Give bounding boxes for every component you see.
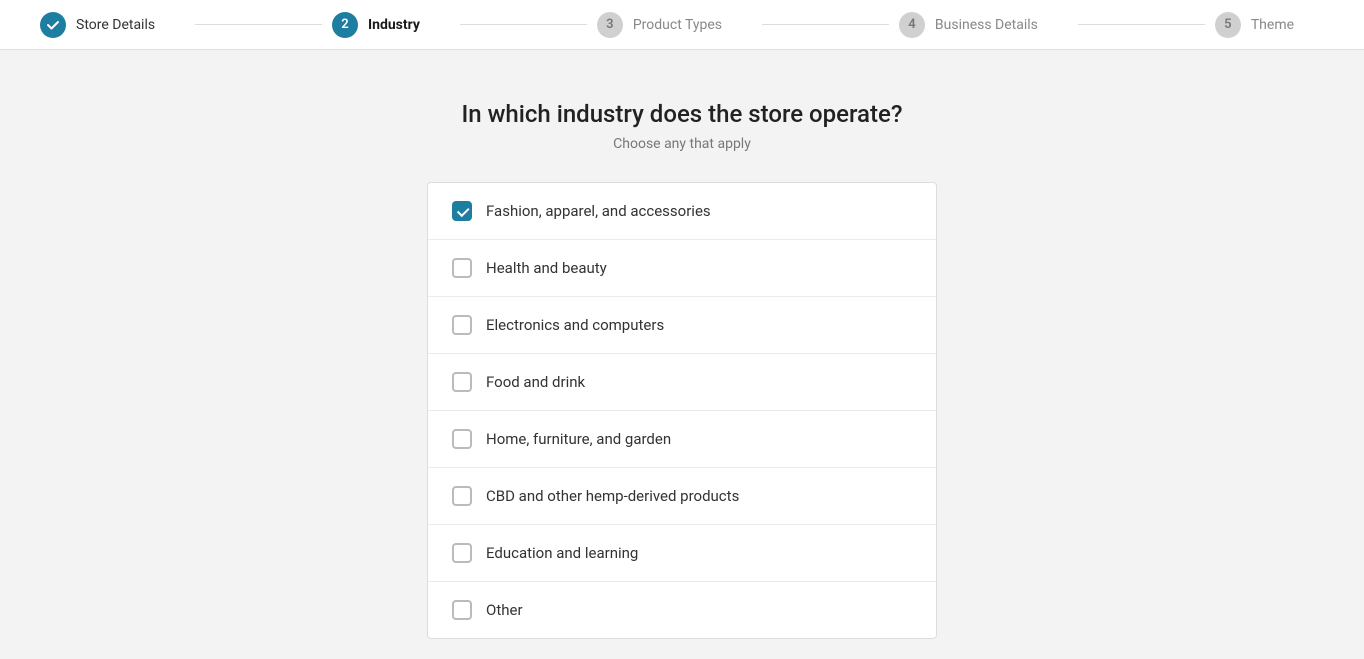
checkbox-label-cbd: CBD and other hemp-derived products (486, 487, 739, 505)
step-separator-4 (1078, 24, 1205, 25)
industry-item-cbd[interactable]: CBD and other hemp-derived products (428, 468, 936, 525)
industry-item-home[interactable]: Home, furniture, and garden (428, 411, 936, 468)
page-subtitle: Choose any that apply (613, 136, 751, 152)
checkbox-electronics[interactable] (452, 315, 472, 335)
checkbox-home[interactable] (452, 429, 472, 449)
step-circle-product-types: 3 (597, 12, 623, 38)
checkbox-other[interactable] (452, 600, 472, 620)
industry-item-other[interactable]: Other (428, 582, 936, 638)
step-separator-1 (195, 24, 322, 25)
step-label-theme: Theme (1251, 17, 1294, 33)
step-circle-theme: 5 (1215, 12, 1241, 38)
step-label-product-types: Product Types (633, 17, 722, 33)
stepper-nav: Store Details 2 Industry 3 Product Types… (0, 0, 1364, 50)
step-circle-industry: 2 (332, 12, 358, 38)
step-product-types[interactable]: 3 Product Types (597, 12, 752, 38)
step-label-store-details: Store Details (76, 17, 155, 33)
checkbox-cbd[interactable] (452, 486, 472, 506)
checkbox-label-fashion: Fashion, apparel, and accessories (486, 202, 711, 220)
step-circle-store-details (40, 12, 66, 38)
page-title: In which industry does the store operate… (461, 100, 902, 128)
checkbox-fashion[interactable] (452, 201, 472, 221)
step-label-business-details: Business Details (935, 17, 1038, 33)
checkbox-label-home: Home, furniture, and garden (486, 430, 671, 448)
main-content: In which industry does the store operate… (0, 50, 1364, 659)
step-industry[interactable]: 2 Industry (332, 12, 450, 38)
industry-item-education[interactable]: Education and learning (428, 525, 936, 582)
checkbox-food[interactable] (452, 372, 472, 392)
step-separator-3 (762, 24, 889, 25)
step-circle-business-details: 4 (899, 12, 925, 38)
industry-checkbox-list: Fashion, apparel, and accessories Health… (427, 182, 937, 639)
checkbox-label-other: Other (486, 601, 523, 619)
checkbox-label-health: Health and beauty (486, 259, 607, 277)
industry-item-electronics[interactable]: Electronics and computers (428, 297, 936, 354)
checkbox-education[interactable] (452, 543, 472, 563)
step-business-details[interactable]: 4 Business Details (899, 12, 1068, 38)
checkbox-label-electronics: Electronics and computers (486, 316, 664, 334)
step-theme[interactable]: 5 Theme (1215, 12, 1324, 38)
step-separator-2 (460, 24, 587, 25)
step-store-details[interactable]: Store Details (40, 12, 185, 38)
checkbox-label-education: Education and learning (486, 544, 638, 562)
industry-item-food[interactable]: Food and drink (428, 354, 936, 411)
industry-item-fashion[interactable]: Fashion, apparel, and accessories (428, 183, 936, 240)
industry-item-health[interactable]: Health and beauty (428, 240, 936, 297)
checkbox-health[interactable] (452, 258, 472, 278)
step-label-industry: Industry (368, 17, 420, 33)
checkbox-label-food: Food and drink (486, 373, 585, 391)
